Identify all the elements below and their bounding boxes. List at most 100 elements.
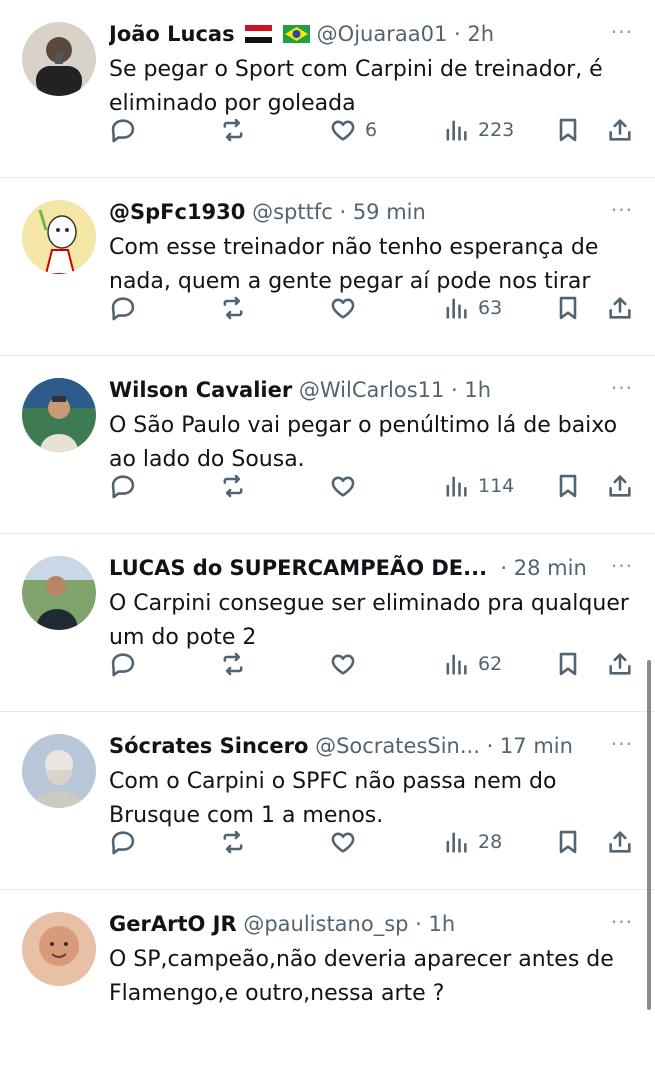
scrollbar[interactable] <box>647 660 651 1010</box>
avatar[interactable] <box>22 378 96 452</box>
share-button[interactable] <box>606 466 634 506</box>
separator: · <box>493 556 514 580</box>
bookmark-icon <box>559 830 577 854</box>
handle[interactable]: @spttfc <box>252 200 333 224</box>
tweet[interactable]: GerArtO JR @paulistano_sp · 1h ··· O SP,… <box>0 890 655 1068</box>
like-button[interactable] <box>329 822 357 862</box>
bookmark-button[interactable] <box>554 822 582 862</box>
retweet-icon <box>223 118 243 142</box>
action-bar: 62 <box>109 644 639 684</box>
like-button[interactable] <box>329 288 357 328</box>
timestamp[interactable]: 59 min <box>353 200 426 224</box>
reply-button[interactable] <box>109 644 137 684</box>
display-name[interactable]: Wilson Cavalier <box>109 378 292 402</box>
reply-icon <box>111 475 135 499</box>
views-icon <box>446 654 467 675</box>
more-options-icon[interactable]: ··· <box>611 376 633 400</box>
share-button[interactable] <box>606 288 634 328</box>
tweet[interactable]: LUCAS do SUPERCAMPEÃO DE... · 28 min ···… <box>0 534 655 712</box>
bookmark-icon <box>559 118 577 142</box>
bookmark-icon <box>559 652 577 676</box>
reply-icon <box>111 653 135 677</box>
share-button[interactable] <box>606 822 634 862</box>
separator: · <box>408 912 429 936</box>
view-count: 63 <box>478 297 503 319</box>
bookmark-icon <box>559 296 577 320</box>
views-icon <box>446 120 467 141</box>
retweet-icon <box>223 296 243 320</box>
avatar[interactable] <box>22 912 96 986</box>
reply-button[interactable] <box>109 110 137 150</box>
like-button[interactable]: 6 <box>329 110 377 150</box>
tweet[interactable]: João Lucas @Ojuaraa01 · 2h ··· Se pegar … <box>0 0 655 178</box>
display-name[interactable]: GerArtO JR <box>109 912 237 936</box>
more-options-icon[interactable]: ··· <box>611 554 633 578</box>
display-name[interactable]: @SpFc1930 <box>109 200 245 224</box>
avatar[interactable] <box>22 556 96 630</box>
reply-button[interactable] <box>109 288 137 328</box>
timestamp[interactable]: 28 min <box>514 556 587 580</box>
avatar[interactable] <box>22 200 96 274</box>
bookmark-button[interactable] <box>554 466 582 506</box>
share-icon <box>609 653 631 675</box>
tweet-header: @SpFc1930 @spttfc · 59 min <box>109 197 609 227</box>
display-name[interactable]: LUCAS do SUPERCAMPEÃO DE... <box>109 556 487 580</box>
like-button[interactable] <box>329 466 357 506</box>
view-count: 114 <box>478 475 515 497</box>
more-options-icon[interactable]: ··· <box>611 20 633 44</box>
heart-icon <box>331 476 355 497</box>
share-button[interactable] <box>606 644 634 684</box>
views-button[interactable]: 63 <box>442 288 502 328</box>
avatar[interactable] <box>22 22 96 96</box>
handle[interactable]: @paulistano_sp <box>243 912 408 936</box>
bookmark-button[interactable] <box>554 110 582 150</box>
timestamp[interactable]: 1h <box>464 378 491 402</box>
more-options-icon[interactable]: ··· <box>611 732 633 756</box>
timestamp[interactable]: 2h <box>467 22 494 46</box>
separator: · <box>444 378 465 402</box>
more-options-icon[interactable]: ··· <box>611 910 633 934</box>
retweet-button[interactable] <box>219 466 247 506</box>
handle[interactable]: @SocratesSin... <box>315 734 480 758</box>
display-name[interactable]: Sócrates Sincero <box>109 734 308 758</box>
like-button[interactable] <box>329 644 357 684</box>
tweet[interactable]: Wilson Cavalier @WilCarlos11 · 1h ··· O … <box>0 356 655 534</box>
display-name[interactable]: João Lucas <box>109 22 235 46</box>
retweet-button[interactable] <box>219 110 247 150</box>
retweet-button[interactable] <box>219 644 247 684</box>
views-icon <box>446 298 467 319</box>
like-count: 6 <box>365 119 378 141</box>
tweet-header: LUCAS do SUPERCAMPEÃO DE... · 28 min <box>109 553 609 583</box>
timestamp[interactable]: 1h <box>429 912 456 936</box>
avatar[interactable] <box>22 734 96 808</box>
views-button[interactable]: 114 <box>442 466 514 506</box>
view-count: 223 <box>478 119 515 141</box>
tweet[interactable]: Sócrates Sincero @SocratesSin... · 17 mi… <box>0 712 655 890</box>
tweet-text: O SP,campeão,não deveria aparecer antes … <box>109 947 614 1006</box>
bookmark-button[interactable] <box>554 644 582 684</box>
separator: · <box>332 200 353 224</box>
views-icon <box>446 832 467 853</box>
heart-icon <box>331 832 355 853</box>
egypt-flag-icon <box>245 25 273 43</box>
bookmark-button[interactable] <box>554 288 582 328</box>
more-options-icon[interactable]: ··· <box>611 198 633 222</box>
views-button[interactable]: 62 <box>442 644 502 684</box>
views-icon <box>446 476 467 497</box>
views-button[interactable]: 28 <box>442 822 502 862</box>
tweet-header: Wilson Cavalier @WilCarlos11 · 1h <box>109 375 609 405</box>
tweet[interactable]: @SpFc1930 @spttfc · 59 min ··· Com esse … <box>0 178 655 356</box>
share-icon <box>609 119 631 141</box>
share-button[interactable] <box>606 110 634 150</box>
handle[interactable]: @Ojuaraa01 <box>317 22 448 46</box>
reply-button[interactable] <box>109 466 137 506</box>
reply-button[interactable] <box>109 822 137 862</box>
views-button[interactable]: 223 <box>442 110 514 150</box>
tweet-header: Sócrates Sincero @SocratesSin... · 17 mi… <box>109 731 609 761</box>
retweet-button[interactable] <box>219 822 247 862</box>
share-icon <box>609 297 631 319</box>
timestamp[interactable]: 17 min <box>500 734 573 758</box>
handle[interactable]: @WilCarlos11 <box>299 378 444 402</box>
retweet-button[interactable] <box>219 288 247 328</box>
action-bar: 28 <box>109 822 639 862</box>
